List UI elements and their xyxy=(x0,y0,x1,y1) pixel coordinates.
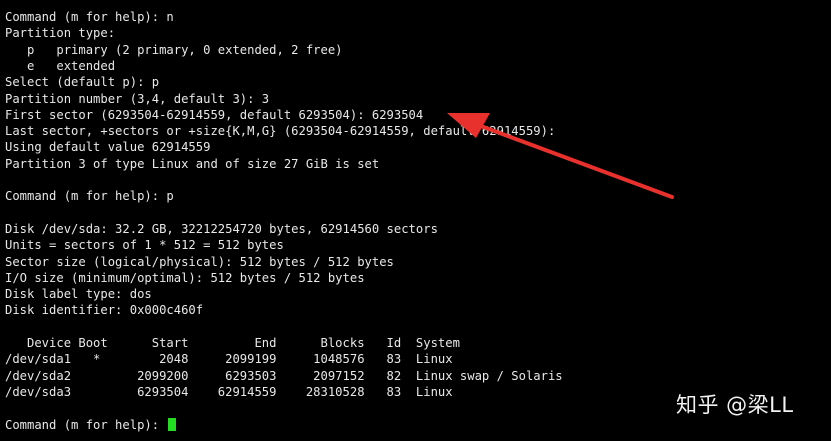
terminal-line-text: I/O size (minimum/optimal): 512 bytes / … xyxy=(5,270,365,285)
terminal-line-text: Partition number (3,4, default 3): 3 xyxy=(5,91,270,106)
terminal-line: Command (m for help): p xyxy=(5,188,174,204)
terminal-line: e extended xyxy=(5,58,115,74)
terminal-line-text: /dev/sda3 6293504 62914559 28310528 83 L… xyxy=(5,384,453,399)
terminal-line: Last sector, +sectors or +size{K,M,G} (6… xyxy=(5,123,555,139)
terminal-line: Disk label type: dos xyxy=(5,286,152,302)
terminal-line-text: /dev/sda1 * 2048 2099199 1048576 83 Linu… xyxy=(5,352,453,367)
terminal-line-text: Command (m for help): p xyxy=(5,189,174,204)
terminal-line-text: Command (m for help): n xyxy=(5,10,174,24)
terminal-line-text: Last sector, +sectors or +size{K,M,G} (6… xyxy=(5,124,556,139)
terminal-line: Using default value 62914559 xyxy=(5,139,210,155)
terminal-line: I/O size (minimum/optimal): 512 bytes / … xyxy=(5,270,365,286)
terminal-line: /dev/sda2 2099200 6293503 2097152 82 Lin… xyxy=(5,368,563,384)
terminal-line-text: Partition type: xyxy=(5,26,116,41)
terminal-line: Partition number (3,4, default 3): 3 xyxy=(5,91,269,107)
terminal-line-text: Disk /dev/sda: 32.2 GB, 32212254720 byte… xyxy=(5,221,438,236)
terminal-line: Command (m for help): xyxy=(5,417,177,433)
terminal-line-text: /dev/sda2 2099200 6293503 2097152 82 Lin… xyxy=(5,368,563,383)
terminal-line: Disk /dev/sda: 32.2 GB, 32212254720 byte… xyxy=(5,221,438,237)
terminal-line-text: Units = sectors of 1 * 512 = 512 bytes xyxy=(5,238,284,253)
terminal-line: First sector (6293504-62914559, default … xyxy=(5,107,423,123)
terminal-line: Select (default p): p xyxy=(5,74,159,90)
terminal-line-text: Select (default p): p xyxy=(5,75,160,90)
terminal-line: Partition 3 of type Linux and of size 27… xyxy=(5,156,379,172)
terminal-line-text: e extended xyxy=(5,58,116,73)
terminal-line-text: p primary (2 primary, 0 extended, 2 free… xyxy=(5,42,343,57)
terminal-line: p primary (2 primary, 0 extended, 2 free… xyxy=(5,42,343,58)
terminal-window[interactable]: Command (m for help): n Partition type: p… xyxy=(0,0,831,441)
terminal-line: Command (m for help): n xyxy=(5,9,174,25)
terminal-line: /dev/sda3 6293504 62914559 28310528 83 L… xyxy=(5,384,453,400)
terminal-line: Sector size (logical/physical): 512 byte… xyxy=(5,254,394,270)
terminal-line-text: Partition 3 of type Linux and of size 27… xyxy=(5,156,380,171)
terminal-line-text: First sector (6293504-62914559, default … xyxy=(5,107,424,122)
terminal-line: Device Boot Start End Blocks Id System xyxy=(5,335,460,351)
terminal-line-text: Disk label type: dos xyxy=(5,287,152,302)
zhihu-watermark: 知乎 @梁LL xyxy=(676,393,794,417)
terminal-line: /dev/sda1 * 2048 2099199 1048576 83 Linu… xyxy=(5,351,453,367)
terminal-line-text: Sector size (logical/physical): 512 byte… xyxy=(5,254,394,269)
terminal-line: Partition type: xyxy=(5,25,115,41)
terminal-line: Disk identifier: 0x000c460f xyxy=(5,302,203,318)
terminal-line-text: Command (m for help): xyxy=(5,417,167,432)
terminal-line-text: Using default value 62914559 xyxy=(5,140,211,155)
terminal-line-text: Disk identifier: 0x000c460f xyxy=(5,303,204,318)
terminal-line: Units = sectors of 1 * 512 = 512 bytes xyxy=(5,237,284,253)
terminal-line-text: Device Boot Start End Blocks Id System xyxy=(5,336,460,350)
terminal-cursor xyxy=(168,417,177,431)
